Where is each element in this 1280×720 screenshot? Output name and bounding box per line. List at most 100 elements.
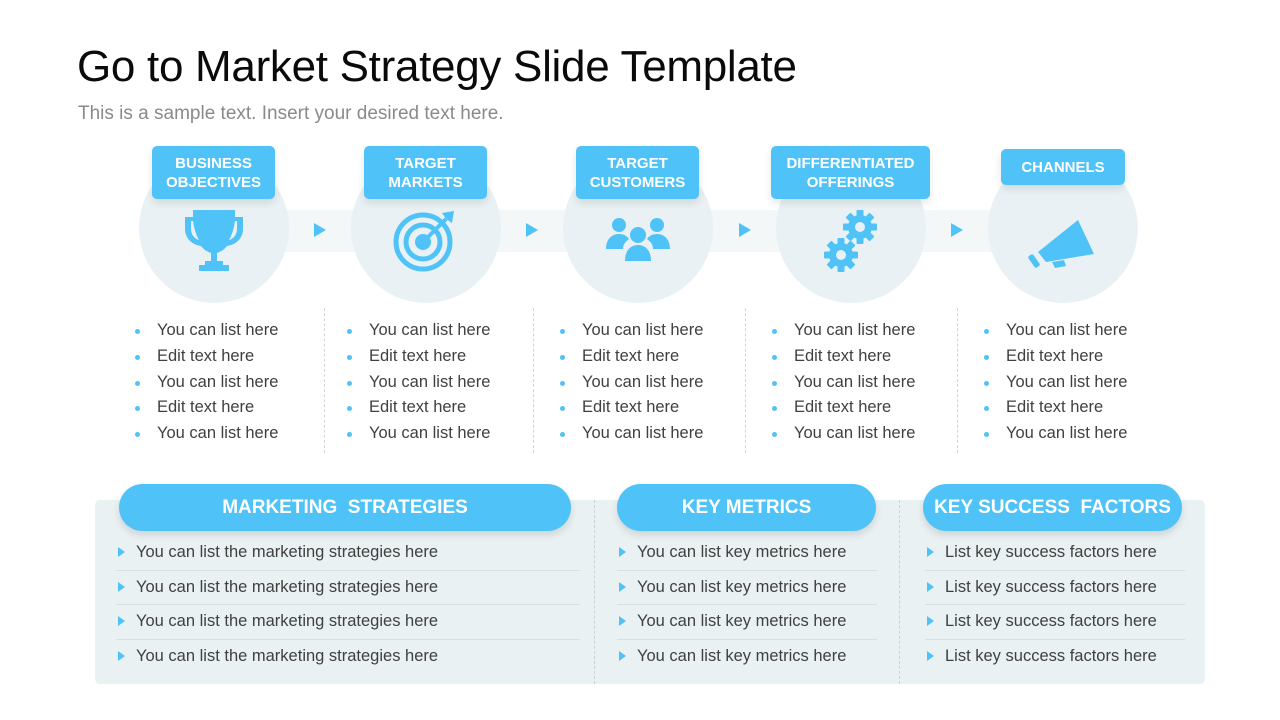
label-line: OBJECTIVES (165, 173, 262, 191)
triangle-bullet-icon (118, 650, 125, 661)
panel-divider (594, 500, 595, 684)
list-item: List key success factors here (925, 571, 1185, 605)
list-item: You can list here (982, 318, 1172, 344)
list-item-text: You can list key metrics here (637, 543, 847, 561)
list-item: You can list here (133, 370, 323, 396)
list-item: You can list key metrics here (617, 605, 877, 640)
list-item: You can list here (345, 421, 535, 447)
list-item: You can list here (345, 370, 535, 396)
arrow-right-icon (526, 223, 538, 237)
step-label-channels: CHANNELS (1001, 149, 1125, 185)
triangle-bullet-icon (118, 581, 125, 592)
list-item: Edit text here (982, 344, 1172, 370)
column-divider (324, 308, 325, 453)
key-metrics-list: You can list key metrics here You can li… (617, 536, 877, 674)
list-item: You can list here (558, 421, 748, 447)
list-item: Edit text here (345, 344, 535, 370)
section-header-key-metrics: KEY METRICS (617, 484, 876, 531)
step-label-target-customers: TARGET CUSTOMERS (576, 146, 699, 199)
list-item: You can list here (133, 421, 323, 447)
label-line: TARGET (607, 154, 668, 172)
list-item-text: You can list the marketing strategies he… (136, 543, 439, 561)
list-item: List key success factors here (925, 536, 1185, 571)
list-item: You can list the marketing strategies he… (116, 640, 580, 675)
list-item-text: List key success factors here (945, 612, 1157, 630)
list-item: List key success factors here (925, 640, 1185, 675)
list-item: You can list key metrics here (617, 571, 877, 605)
label-line: TARGET (395, 154, 456, 172)
list-item: You can list here (982, 421, 1172, 447)
label-line: CUSTOMERS (589, 173, 686, 191)
list-item-text: You can list the marketing strategies he… (136, 612, 439, 630)
label-line: DIFFERENTIATED (786, 154, 915, 172)
triangle-bullet-icon (927, 650, 934, 661)
list-item-text: You can list key metrics here (637, 646, 847, 665)
list-item: Edit text here (558, 395, 748, 421)
column-divider (957, 308, 958, 453)
arrow-right-icon (739, 223, 751, 237)
list-item: You can list key metrics here (617, 640, 877, 675)
triangle-bullet-icon (619, 650, 626, 661)
triangle-bullet-icon (619, 616, 626, 626)
list-item-text: You can list the marketing strategies he… (136, 577, 439, 596)
column-divider (533, 308, 534, 453)
list-item-text: You can list the marketing strategies he… (136, 646, 439, 665)
triangle-bullet-icon (927, 616, 934, 626)
list-item: Edit text here (345, 395, 535, 421)
gears-icon (824, 210, 877, 272)
list-item: You can list here (558, 370, 748, 396)
label-line: OFFERINGS (806, 173, 895, 191)
arrow-right-icon (314, 223, 326, 237)
list-item-text: List key success factors here (945, 543, 1157, 561)
users-group-icon (606, 218, 670, 261)
step-list-differentiated-offerings: You can list here Edit text here You can… (770, 318, 960, 447)
list-item: List key success factors here (925, 605, 1185, 640)
target-icon (393, 211, 454, 272)
list-item-text: List key success factors here (945, 577, 1157, 596)
megaphone-icon (1028, 220, 1094, 268)
list-item: Edit text here (982, 395, 1172, 421)
key-success-factors-list: List key success factors here List key s… (925, 536, 1185, 674)
triangle-bullet-icon (118, 547, 125, 557)
list-item: Edit text here (133, 344, 323, 370)
list-item-text: You can list key metrics here (637, 577, 847, 596)
slide-title: Go to Market Strategy Slide Template (77, 42, 797, 91)
list-item: You can list here (345, 318, 535, 344)
slide-subtitle: This is a sample text. Insert your desir… (78, 103, 504, 124)
list-item: You can list here (770, 318, 960, 344)
step-label-target-markets: TARGET MARKETS (364, 146, 487, 199)
step-list-target-customers: You can list here Edit text here You can… (558, 318, 748, 447)
step-list-channels: You can list here Edit text here You can… (982, 318, 1172, 447)
step-label-differentiated-offerings: DIFFERENTIATED OFFERINGS (771, 146, 930, 199)
triangle-bullet-icon (619, 547, 626, 557)
step-list-target-markets: You can list here Edit text here You can… (345, 318, 535, 447)
list-item: You can list here (770, 370, 960, 396)
list-item: Edit text here (770, 395, 960, 421)
step-label-business-objectives: BUSINESS OBJECTIVES (152, 146, 275, 199)
marketing-strategies-list: You can list the marketing strategies he… (116, 536, 580, 674)
arrow-right-icon (951, 223, 963, 237)
list-item: Edit text here (770, 344, 960, 370)
list-item: You can list here (982, 370, 1172, 396)
trophy-icon (185, 210, 243, 271)
panel-divider (899, 500, 900, 684)
label-line: BUSINESS (175, 154, 252, 172)
triangle-bullet-icon (927, 581, 934, 592)
list-item: You can list the marketing strategies he… (116, 536, 580, 571)
list-item: Edit text here (558, 344, 748, 370)
list-item: You can list here (133, 318, 323, 344)
list-item: You can list here (558, 318, 748, 344)
column-divider (745, 308, 746, 453)
list-item-text: List key success factors here (945, 646, 1157, 665)
section-header-key-success-factors: KEY SUCCESS FACTORS (923, 484, 1182, 531)
section-header-marketing-strategies: MARKETING STRATEGIES (119, 484, 571, 531)
list-item: You can list here (770, 421, 960, 447)
label-line: CHANNELS (1021, 158, 1105, 176)
triangle-bullet-icon (118, 616, 125, 626)
list-item: You can list the marketing strategies he… (116, 571, 580, 605)
list-item-text: You can list key metrics here (637, 612, 847, 630)
triangle-bullet-icon (619, 581, 626, 592)
list-item: You can list key metrics here (617, 536, 877, 571)
list-item: Edit text here (133, 395, 323, 421)
step-list-business-objectives: You can list here Edit text here You can… (133, 318, 323, 447)
